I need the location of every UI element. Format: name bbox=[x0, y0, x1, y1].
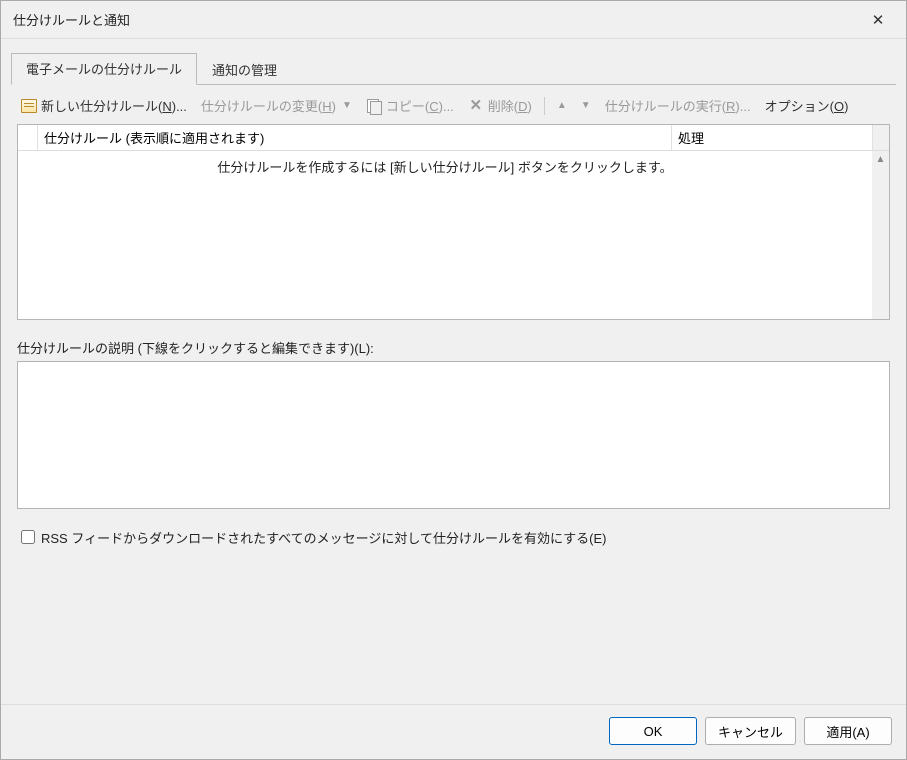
toolbar: 新しい仕分けルール(N)... 仕分けルールの変更(H) ▼ コピー(C)...… bbox=[1, 85, 906, 124]
ok-button[interactable]: OK bbox=[609, 717, 697, 745]
apply-button[interactable]: 適用(A) bbox=[804, 717, 892, 745]
new-rule-button[interactable]: 新しい仕分けルール(N)... bbox=[15, 93, 193, 118]
chevron-up-icon: ▲ bbox=[557, 100, 567, 111]
change-rule-button[interactable]: 仕分けルールの変更(H) ▼ bbox=[195, 93, 358, 118]
rules-list-header: 仕分けルール (表示順に適用されます) 処理 bbox=[18, 125, 889, 151]
rule-description-label: 仕分けルールの説明 (下線をクリックすると編集できます)(L): bbox=[17, 338, 890, 357]
move-up-button[interactable]: ▲ bbox=[551, 97, 573, 114]
chevron-down-icon: ▼ bbox=[581, 100, 591, 111]
cancel-button[interactable]: キャンセル bbox=[705, 717, 796, 745]
rules-list: 仕分けルール (表示順に適用されます) 処理 仕分けルールを作成するには [新し… bbox=[17, 124, 890, 320]
new-rule-icon bbox=[21, 98, 37, 114]
enable-rss-rules-input[interactable] bbox=[21, 530, 35, 544]
chevron-down-icon: ▼ bbox=[342, 100, 352, 111]
delete-icon: ✕ bbox=[468, 98, 484, 114]
dialog-title: 仕分けルールと通知 bbox=[13, 10, 130, 29]
delete-button[interactable]: ✕ 削除(D) bbox=[462, 93, 538, 118]
scroll-up-icon: ▲ bbox=[872, 151, 889, 168]
titlebar: 仕分けルールと通知 ✕ bbox=[1, 1, 906, 39]
column-action[interactable]: 処理 bbox=[672, 125, 872, 150]
enable-rss-rules-label: RSS フィードからダウンロードされたすべてのメッセージに対して仕分けルールを有… bbox=[41, 528, 606, 547]
rules-list-empty-message: 仕分けルールを作成するには [新しい仕分けルール] ボタンをクリックします。 bbox=[18, 151, 872, 319]
column-rule[interactable]: 仕分けルール (表示順に適用されます) bbox=[38, 125, 672, 150]
tab-bar: 電子メールの仕分けルール 通知の管理 bbox=[1, 39, 906, 85]
rules-and-alerts-dialog: 仕分けルールと通知 ✕ 電子メールの仕分けルール 通知の管理 新しい仕分けルール… bbox=[0, 0, 907, 760]
rule-description-box[interactable] bbox=[17, 361, 890, 509]
close-icon: ✕ bbox=[872, 11, 885, 29]
copy-icon bbox=[366, 98, 382, 114]
enable-rss-rules-checkbox[interactable]: RSS フィードからダウンロードされたすべてのメッセージに対して仕分けルールを有… bbox=[17, 527, 890, 547]
close-button[interactable]: ✕ bbox=[858, 5, 898, 35]
tab-email-rules[interactable]: 電子メールの仕分けルール bbox=[11, 53, 197, 85]
run-rules-button[interactable]: 仕分けルールの実行(R)... bbox=[599, 93, 757, 118]
column-enabled[interactable] bbox=[18, 125, 38, 150]
scrollbar[interactable]: ▲ bbox=[872, 151, 889, 319]
footer: OK キャンセル 適用(A) bbox=[1, 704, 906, 759]
options-button[interactable]: オプション(O) bbox=[759, 93, 855, 118]
tab-manage-alerts[interactable]: 通知の管理 bbox=[197, 54, 292, 85]
toolbar-separator bbox=[544, 97, 545, 115]
copy-button[interactable]: コピー(C)... bbox=[360, 93, 460, 118]
move-down-button[interactable]: ▼ bbox=[575, 97, 597, 114]
